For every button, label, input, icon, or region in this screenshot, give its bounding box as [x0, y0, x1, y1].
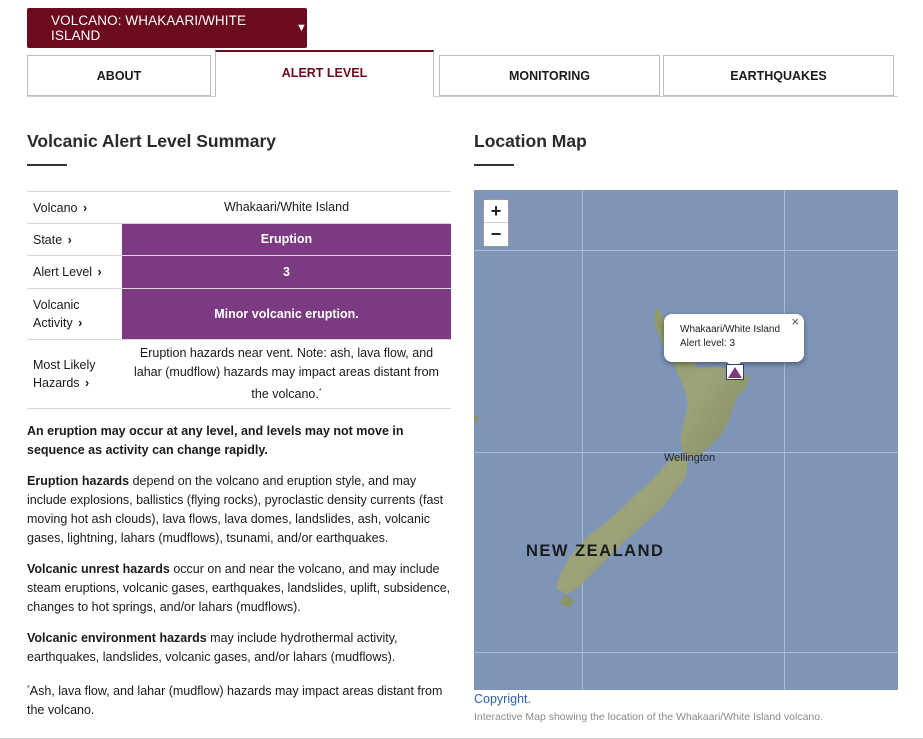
- table-row: Volcano › Whakaari/White Island: [27, 191, 451, 224]
- country-label: NEW ZEALAND: [526, 542, 665, 560]
- map-title: Location Map: [474, 131, 587, 151]
- map-popup: Whakaari/White Island Alert level: 3 ×: [664, 314, 804, 362]
- summary-title: Volcanic Alert Level Summary: [27, 131, 276, 151]
- popup-volcano-name: Whakaari/White Island: [680, 324, 781, 335]
- zoom-in-button[interactable]: +: [484, 200, 508, 223]
- volcano-select-button[interactable]: VOLCANO: WHAKAARI/WHITE ISLAND ▼: [27, 8, 307, 48]
- tab-about[interactable]: ABOUT: [27, 55, 211, 96]
- chevron-right-icon: ›: [97, 265, 102, 279]
- row-value-volcano: Whakaari/White Island: [122, 191, 451, 224]
- chevron-right-icon: ›: [82, 200, 88, 215]
- table-row: Alert Level › 3: [27, 255, 451, 289]
- row-value-volcanic-activity: Minor volcanic eruption.: [122, 288, 451, 340]
- chevron-right-icon: ›: [67, 232, 72, 247]
- row-label-most-likely-hazards[interactable]: Most Likely Hazards ›: [27, 339, 122, 409]
- city-label-wellington: Wellington: [664, 452, 716, 464]
- summary-title-underline: [27, 164, 67, 166]
- footnote-mark: *: [318, 387, 322, 395]
- table-row: Most Likely Hazards › Eruption hazards ne…: [27, 339, 451, 409]
- tab-alert-level[interactable]: ALERT LEVEL: [215, 50, 434, 97]
- eruption-hazards-note: Eruption hazards depend on the volcano a…: [27, 474, 444, 545]
- row-label-state[interactable]: State ›: [27, 223, 122, 256]
- chevron-right-icon: ›: [78, 316, 83, 330]
- table-row: Volcanic Activity › Minor volcanic erupti…: [27, 288, 451, 340]
- row-value-most-likely-hazards: Eruption hazards near vent. Note: ash, l…: [122, 339, 451, 409]
- map-caption: Interactive Map showing the location of …: [474, 711, 824, 723]
- chevron-right-icon: ›: [85, 376, 90, 390]
- popup-alert-level: Alert level: 3: [680, 338, 736, 349]
- environment-hazards-note: Volcanic environment hazards may include…: [27, 631, 398, 664]
- tab-bar: ABOUT ALERT LEVEL MONITORING EARTHQUAKES: [27, 50, 898, 97]
- alert-summary-table: Volcano › Whakaari/White Island State › …: [27, 191, 451, 409]
- table-row: State › Eruption: [27, 223, 451, 256]
- new-zealand-landmass: [474, 306, 750, 608]
- map-title-underline: [474, 164, 514, 166]
- volcano-marker-icon[interactable]: [726, 364, 744, 380]
- row-value-state: Eruption: [122, 223, 451, 256]
- row-label-volcanic-activity[interactable]: Volcanic Activity ›: [27, 288, 122, 340]
- tab-bar-baseline: [27, 96, 898, 97]
- tab-monitoring[interactable]: MONITORING: [439, 55, 660, 96]
- row-label-alert-level[interactable]: Alert Level ›: [27, 255, 122, 289]
- location-map[interactable]: + − Whakaari/White Island Alert level: 3…: [474, 190, 898, 690]
- volcano-select-label: VOLCANO: WHAKAARI/WHITE ISLAND: [51, 13, 247, 43]
- hazard-notes: An eruption may occur at any level, and …: [27, 422, 455, 732]
- tab-earthquakes[interactable]: EARTHQUAKES: [663, 55, 894, 96]
- row-value-alert-level: 3: [122, 255, 451, 289]
- unrest-hazards-note: Volcanic unrest hazards occur on and nea…: [27, 562, 451, 614]
- copyright-link[interactable]: Copyright.: [474, 692, 531, 706]
- caret-down-icon: ▼: [296, 22, 307, 34]
- eruption-warning: An eruption may occur at any level, and …: [27, 424, 404, 457]
- zoom-control: + −: [483, 199, 509, 247]
- row-label-volcano[interactable]: Volcano ›: [27, 191, 122, 224]
- close-icon[interactable]: ×: [791, 315, 799, 329]
- footnote: *Ash, lava flow, and lahar (mudflow) haz…: [27, 684, 443, 718]
- zoom-out-button[interactable]: −: [484, 223, 508, 246]
